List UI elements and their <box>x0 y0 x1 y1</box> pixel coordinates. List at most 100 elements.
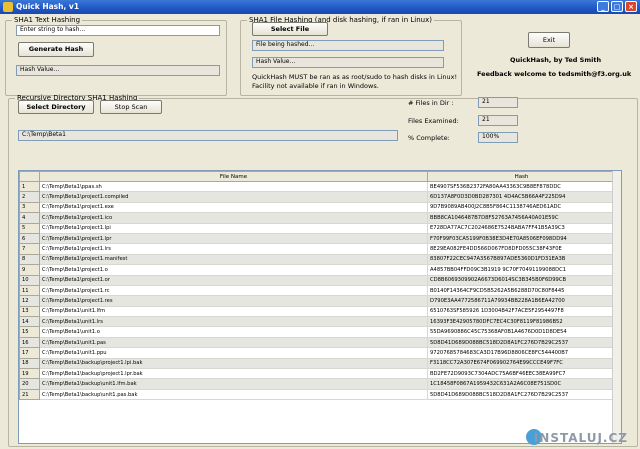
hash-cell: BE4907SF536B2372FA80AA43363C9B8EF878DDC <box>427 180 616 193</box>
results-grid[interactable]: File Name Hash 1 C:\Temp\Beta1\ppas.sh BE4… <box>18 170 622 444</box>
files-examined-label: Files Examined: <box>408 117 459 125</box>
row-number-cell: 14 <box>19 316 40 328</box>
files-in-dir-label: # Files in Dir : <box>408 99 454 107</box>
table-row[interactable]: 5 C:\Temp\Beta1\project1.lpi E728DA77AC7C2… <box>19 222 616 234</box>
table-row[interactable]: 18 C:\Temp\Beta1\backup\project1.lpi.bak F… <box>19 357 616 370</box>
table-row[interactable]: 21 C:\Temp\Beta1\backup\unit1.pas.bak 5D8D… <box>19 388 616 401</box>
hash-cell: CD8B6069309902A6673D6014SC3B345B0F6D99CB <box>427 274 616 286</box>
row-number-cell: 10 <box>19 274 40 286</box>
file-name-cell: C:\Temp\Beta1\project1.exe <box>39 201 428 214</box>
exit-button[interactable]: Exit <box>528 32 570 48</box>
app-icon <box>3 2 13 12</box>
files-examined-value: 21 <box>478 115 518 126</box>
hash-cell: 97207685784683CA3D17B96D8806CE8FC544400B… <box>427 347 616 359</box>
hash-cell: BBB8CA1046487B7D8F52763A7456A40A01E59C <box>427 212 616 224</box>
stop-scan-button[interactable]: Stop Scan <box>100 100 162 114</box>
table-row[interactable]: 3 C:\Temp\Beta1\project1.exe 9D7B9089AB400… <box>19 201 616 214</box>
row-number-cell: 15 <box>19 326 40 338</box>
row-number-cell: 1 <box>19 180 40 193</box>
hash-cell: 16393F3E42905780DFC7EC4C30F8119F81986B52 <box>427 316 616 328</box>
hash-cell: F70F99F03CA5199F0B38E3D4E70A8506EF098DD9… <box>427 232 616 245</box>
file-name-cell: C:\Temp\Beta1\project1.lpi <box>39 222 428 234</box>
file-name-cell: C:\Temp\Beta1\project1.manifest <box>39 253 428 266</box>
table-row[interactable]: 15 C:\Temp\Beta1\unit1.o 55DA9690886C45C75… <box>19 326 616 338</box>
table-row[interactable]: 13 C:\Temp\Beta1\unit1.lfm 6510763SF585926… <box>19 305 616 318</box>
hash-cell: 83807F22CEC947A3567B897ADE5360D1FD31EA3B <box>427 253 616 266</box>
text-hashing-legend: SHA1 Text Hashing <box>14 16 81 24</box>
file-name-cell: C:\Temp\Beta1\project1.ico <box>39 212 428 224</box>
hash-cell: E728DA77AC7C2024686E7524BABA7FF41B5A39C3 <box>427 222 616 234</box>
table-row[interactable]: 6 C:\Temp\Beta1\project1.lpr F70F99F03CA51… <box>19 232 616 245</box>
hash-cell: 5D8D41D689D088BC518D2D8A1FC276D7B29C2537 <box>427 336 616 349</box>
hash-cell: 6510763SF585926 1D3004B42F7ACE5F2954497F… <box>427 305 616 318</box>
table-row[interactable]: 17 C:\Temp\Beta1\unit1.ppu 97207685784683C… <box>19 347 616 359</box>
minimize-button[interactable]: _ <box>597 1 609 12</box>
hash-cell: 9D7B9089AB400J2C8B5F864C1138746AED61ADC <box>427 201 616 214</box>
file-hash-value: Hash Value... <box>252 57 444 68</box>
file-name-cell: C:\Temp\Beta1\backup\unit1.pas.bak <box>39 388 428 401</box>
row-number-cell: 4 <box>19 212 40 224</box>
generate-hash-button[interactable]: Generate Hash <box>18 42 94 57</box>
table-row[interactable]: 12 C:\Temp\Beta1\project1.res D790E3AA4772… <box>19 295 616 307</box>
maximize-button[interactable]: □ <box>611 1 623 12</box>
hash-cell: 5D8D41D689D088BC518D2D8A1FC276D7B29C2537 <box>427 388 616 401</box>
table-row[interactable]: 16 C:\Temp\Beta1\unit1.pas 5D8D41D689D088B… <box>19 336 616 349</box>
table-row[interactable]: 9 C:\Temp\Beta1\project1.o A4857BB04FFD09C… <box>19 264 616 276</box>
file-name-cell: C:\Temp\Beta1\ppas.sh <box>39 180 428 193</box>
table-row[interactable]: 4 C:\Temp\Beta1\project1.ico BBB8CA1046487… <box>19 212 616 224</box>
text-hash-value: Hash Value... <box>16 65 220 76</box>
table-row[interactable]: 10 C:\Temp\Beta1\project1.or CD8B606930990… <box>19 274 616 286</box>
file-name-header[interactable]: File Name <box>39 171 428 182</box>
root-note-line2: Facility not available if ran in Windows… <box>252 82 379 90</box>
row-number-cell: 19 <box>19 368 40 380</box>
files-in-dir-value: 21 <box>478 97 518 108</box>
row-number-cell: 18 <box>19 357 40 370</box>
watermark-text: INSTALUJ.CZ <box>533 431 628 445</box>
row-number-cell: 11 <box>19 284 40 297</box>
table-row[interactable]: 7 C:\Temp\Beta1\project1.lrs 8E29EA082FE4D… <box>19 243 616 255</box>
row-number-cell: 13 <box>19 305 40 318</box>
file-name-cell: C:\Temp\Beta1\unit1.pas <box>39 336 428 349</box>
select-directory-button[interactable]: Select Directory <box>18 100 94 114</box>
table-row[interactable]: 14 C:\Temp\Beta1\unit1.lrs 16393F3E4290578… <box>19 316 616 328</box>
file-name-cell: C:\Temp\Beta1\project1.lpr <box>39 232 428 245</box>
row-number-cell: 5 <box>19 222 40 234</box>
text-to-hash-input[interactable]: Enter string to hash... <box>16 25 220 36</box>
hash-header[interactable]: Hash <box>427 171 616 182</box>
hash-cell: B0140F14364CF9CD5B5262A5B6288D70C80F8445 <box>427 284 616 297</box>
hash-cell: F3118CC72A307E674F069902764E99CCCE49F7FC <box>427 357 616 370</box>
hash-cell: 55DA9690886C45C75368AF0B1A4676D0D1D8DE54 <box>427 326 616 338</box>
feedback-text: Feedback welcome to tedsmith@f3.org.uk <box>477 70 632 78</box>
hash-cell: BD2FE72D9093C7304ADC75A6BF46EEC38EA99FC7 <box>427 368 616 380</box>
row-number-cell: 21 <box>19 388 40 401</box>
row-number-cell: 8 <box>19 253 40 266</box>
select-file-button[interactable]: Select File <box>252 22 328 36</box>
grid-header-row: File Name Hash <box>19 171 616 182</box>
complete-value: 100% <box>478 132 518 143</box>
file-name-cell: C:\Temp\Beta1\unit1.lrs <box>39 316 428 328</box>
file-name-cell: C:\Temp\Beta1\backup\project1.lpr.bak <box>39 368 428 380</box>
row-number-cell: 9 <box>19 264 40 276</box>
row-number-cell: 6 <box>19 232 40 245</box>
file-name-cell: C:\Temp\Beta1\project1.rc <box>39 284 428 297</box>
hash-cell: 8E29EA082FE4DD566D067FD8DFD055C38F43F0E <box>427 243 616 255</box>
table-row[interactable]: 8 C:\Temp\Beta1\project1.manifest 83807F22… <box>19 253 616 266</box>
file-name-cell: C:\Temp\Beta1\unit1.o <box>39 326 428 338</box>
credit-text: QuickHash, by Ted Smith <box>510 56 602 64</box>
table-row[interactable]: 20 C:\Temp\Beta1\backup\unit1.lfm.bak 1C18… <box>19 378 616 390</box>
root-note-line1: QuickHash MUST be ran as as root/sudo to… <box>252 73 458 81</box>
hash-cell: A4857BB04FFD09C3B1919 9C70F70491199088DC… <box>427 264 616 276</box>
row-number-cell: 2 <box>19 191 40 203</box>
table-row[interactable]: 11 C:\Temp\Beta1\project1.rc B0140F14364CF… <box>19 284 616 297</box>
main-window: SHA1 Text Hashing Enter string to hash..… <box>2 14 638 447</box>
file-name-cell: C:\Temp\Beta1\project1.res <box>39 295 428 307</box>
file-name-cell: C:\Temp\Beta1\unit1.ppu <box>39 347 428 359</box>
table-row[interactable]: 19 C:\Temp\Beta1\backup\project1.lpr.bak B… <box>19 368 616 380</box>
title-bar: Quick Hash, v1 _ □ × <box>0 0 640 14</box>
grid-vertical-scrollbar[interactable] <box>612 171 621 443</box>
hash-cell: 1C18458F0867A1959432C631A2A6C08E751SD0C <box>427 378 616 390</box>
table-row[interactable]: 1 C:\Temp\Beta1\ppas.sh BE4907SF536B2372FA… <box>19 180 616 193</box>
close-button[interactable]: × <box>625 1 637 12</box>
table-row[interactable]: 2 C:\Temp\Beta1\project1.compiled 6D137A8F… <box>19 191 616 203</box>
file-name-cell: C:\Temp\Beta1\project1.or <box>39 274 428 286</box>
